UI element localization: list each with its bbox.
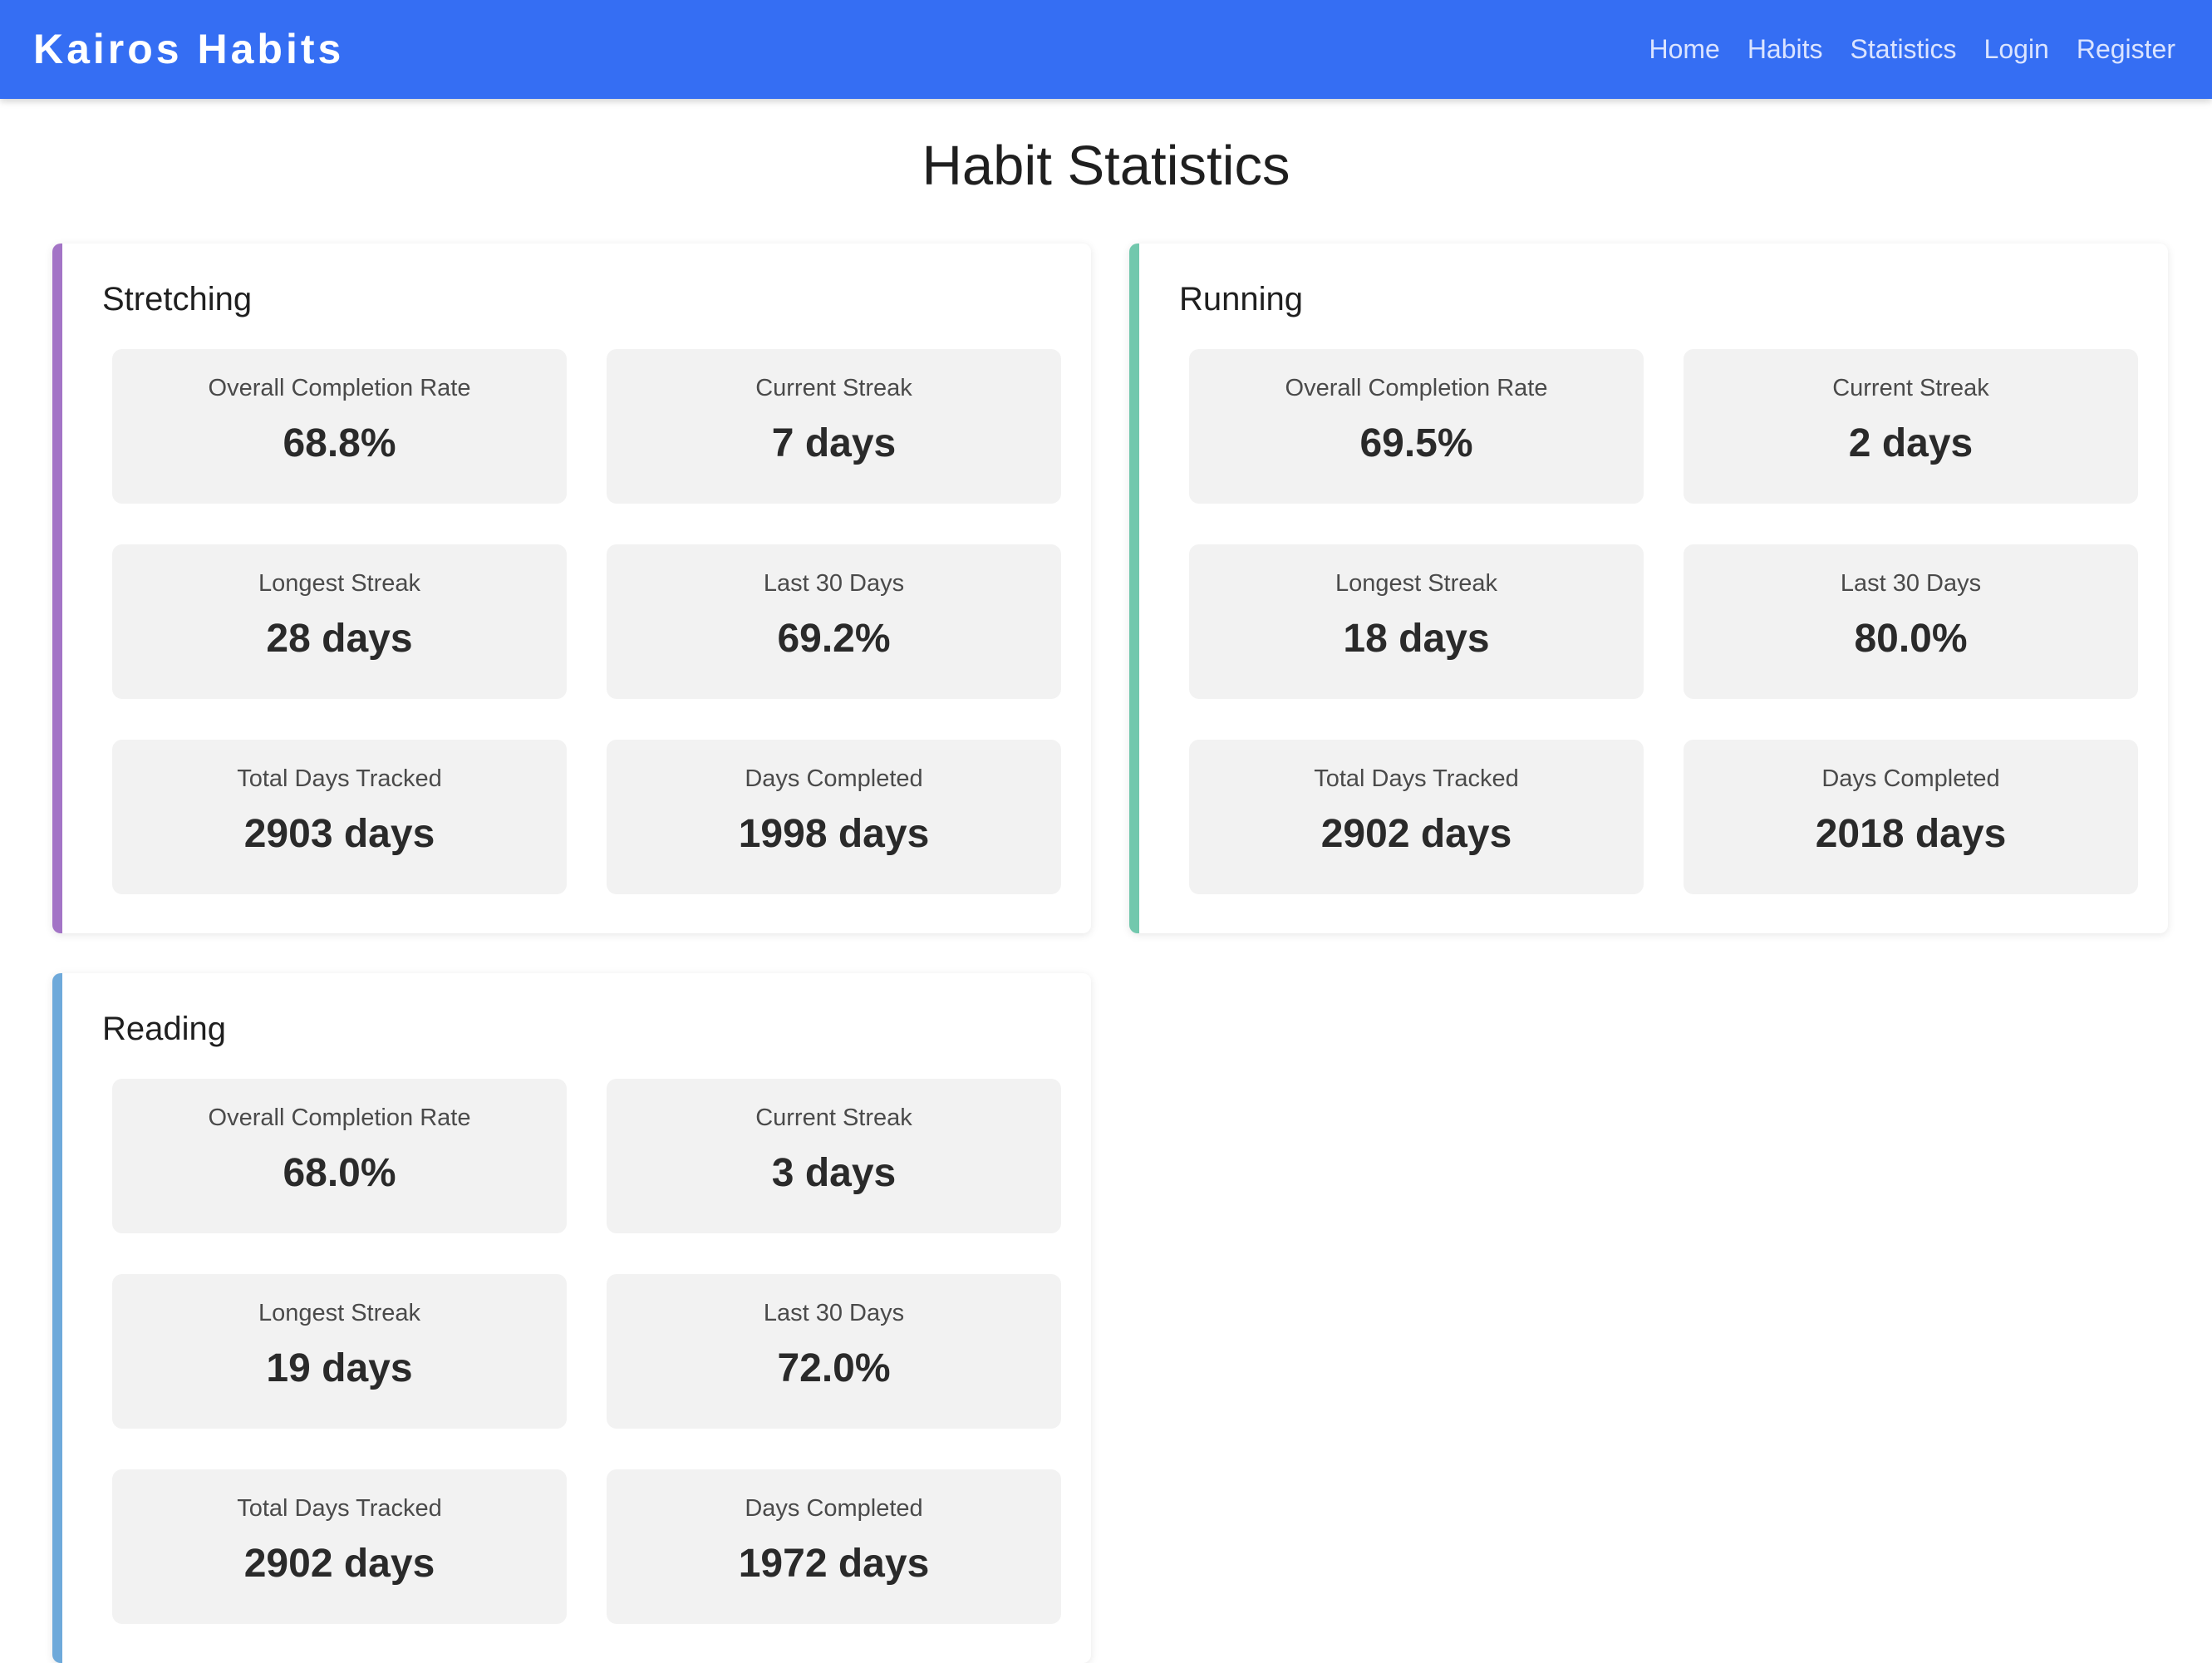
nav-link-statistics[interactable]: Statistics (1851, 34, 1957, 65)
stat-value: 1972 days (738, 1542, 930, 1586)
habit-title: Running (1179, 281, 1304, 317)
stat-label: Days Completed (745, 1495, 923, 1522)
stat-label: Overall Completion Rate (208, 375, 471, 401)
stat-label: Longest Streak (1335, 570, 1498, 597)
brand-logo[interactable]: Kairos Habits (33, 0, 344, 99)
habit-card-running: Running Overall Completion Rate 69.5% Curre… (1129, 244, 2168, 933)
top-navbar: Kairos Habits Home Habits Statistics Log… (0, 0, 2212, 99)
habit-card-reading: Reading Overall Completion Rate 68.0% Curre… (52, 973, 1091, 1663)
stat-box-last-30-days: Last 30 Days 69.2% (607, 544, 1061, 699)
nav-link-register[interactable]: Register (2077, 34, 2175, 65)
stat-value: 18 days (1343, 617, 1490, 661)
page-title: Habit Statistics (922, 135, 1290, 197)
stat-box-overall-completion-rate: Overall Completion Rate 68.8% (112, 349, 567, 504)
stat-label: Total Days Tracked (237, 1495, 442, 1522)
stat-label: Days Completed (1821, 765, 2000, 792)
stat-value: 2902 days (243, 1542, 435, 1586)
stat-value: 3 days (771, 1151, 897, 1195)
stat-label: Longest Streak (258, 570, 421, 597)
stat-label: Total Days Tracked (237, 765, 442, 792)
stat-value: 1998 days (738, 812, 930, 856)
stat-box-days-completed: Days Completed 1998 days (607, 740, 1061, 894)
stat-box-last-30-days: Last 30 Days 80.0% (1684, 544, 2138, 699)
stat-label: Overall Completion Rate (208, 1105, 471, 1131)
stat-label: Longest Streak (258, 1300, 421, 1326)
stat-value: 68.8% (283, 421, 396, 465)
stat-value: 2902 days (1320, 812, 1512, 856)
stat-value: 68.0% (283, 1151, 396, 1195)
stat-box-longest-streak: Longest Streak 28 days (112, 544, 567, 699)
stat-label: Last 30 Days (1840, 570, 1982, 597)
stat-value: 7 days (771, 421, 897, 465)
stat-value: 19 days (266, 1346, 413, 1390)
stat-box-days-completed: Days Completed 2018 days (1684, 740, 2138, 894)
stat-value: 2 days (1848, 421, 1974, 465)
stat-value: 28 days (266, 617, 413, 661)
stat-label: Current Streak (755, 1105, 912, 1131)
nav-link-login[interactable]: Login (1984, 34, 2049, 65)
stat-box-days-completed: Days Completed 1972 days (607, 1469, 1061, 1624)
stat-box-longest-streak: Longest Streak 19 days (112, 1274, 567, 1429)
nav-links: Home Habits Statistics Login Register (1649, 0, 2175, 99)
stat-label: Overall Completion Rate (1285, 375, 1548, 401)
stat-box-current-streak: Current Streak 7 days (607, 349, 1061, 504)
habit-title: Reading (102, 1011, 227, 1047)
stat-box-longest-streak: Longest Streak 18 days (1189, 544, 1644, 699)
stat-label: Last 30 Days (763, 1300, 905, 1326)
stat-box-current-streak: Current Streak 2 days (1684, 349, 2138, 504)
stat-box-last-30-days: Last 30 Days 72.0% (607, 1274, 1061, 1429)
stat-label: Days Completed (745, 765, 923, 792)
stat-value: 72.0% (777, 1346, 891, 1390)
stat-box-overall-completion-rate: Overall Completion Rate 68.0% (112, 1079, 567, 1233)
stat-box-total-days-tracked: Total Days Tracked 2902 days (1189, 740, 1644, 894)
stat-box-total-days-tracked: Total Days Tracked 2903 days (112, 740, 567, 894)
stat-value: 69.2% (777, 617, 891, 661)
nav-link-home[interactable]: Home (1649, 34, 1719, 65)
stat-label: Total Days Tracked (1314, 765, 1519, 792)
habit-title: Stretching (102, 281, 253, 317)
stat-value: 2903 days (243, 812, 435, 856)
nav-link-habits[interactable]: Habits (1747, 34, 1823, 65)
stat-label: Last 30 Days (763, 570, 905, 597)
stat-value: 69.5% (1359, 421, 1473, 465)
stat-box-total-days-tracked: Total Days Tracked 2902 days (112, 1469, 567, 1624)
stat-value: 2018 days (1815, 812, 2007, 856)
habit-card-stretching: Stretching Overall Completion Rate 68.8% Cu… (52, 244, 1091, 933)
stat-label: Current Streak (1832, 375, 1989, 401)
stat-label: Current Streak (755, 375, 912, 401)
stat-value: 80.0% (1854, 617, 1968, 661)
stat-box-current-streak: Current Streak 3 days (607, 1079, 1061, 1233)
stat-box-overall-completion-rate: Overall Completion Rate 69.5% (1189, 349, 1644, 504)
